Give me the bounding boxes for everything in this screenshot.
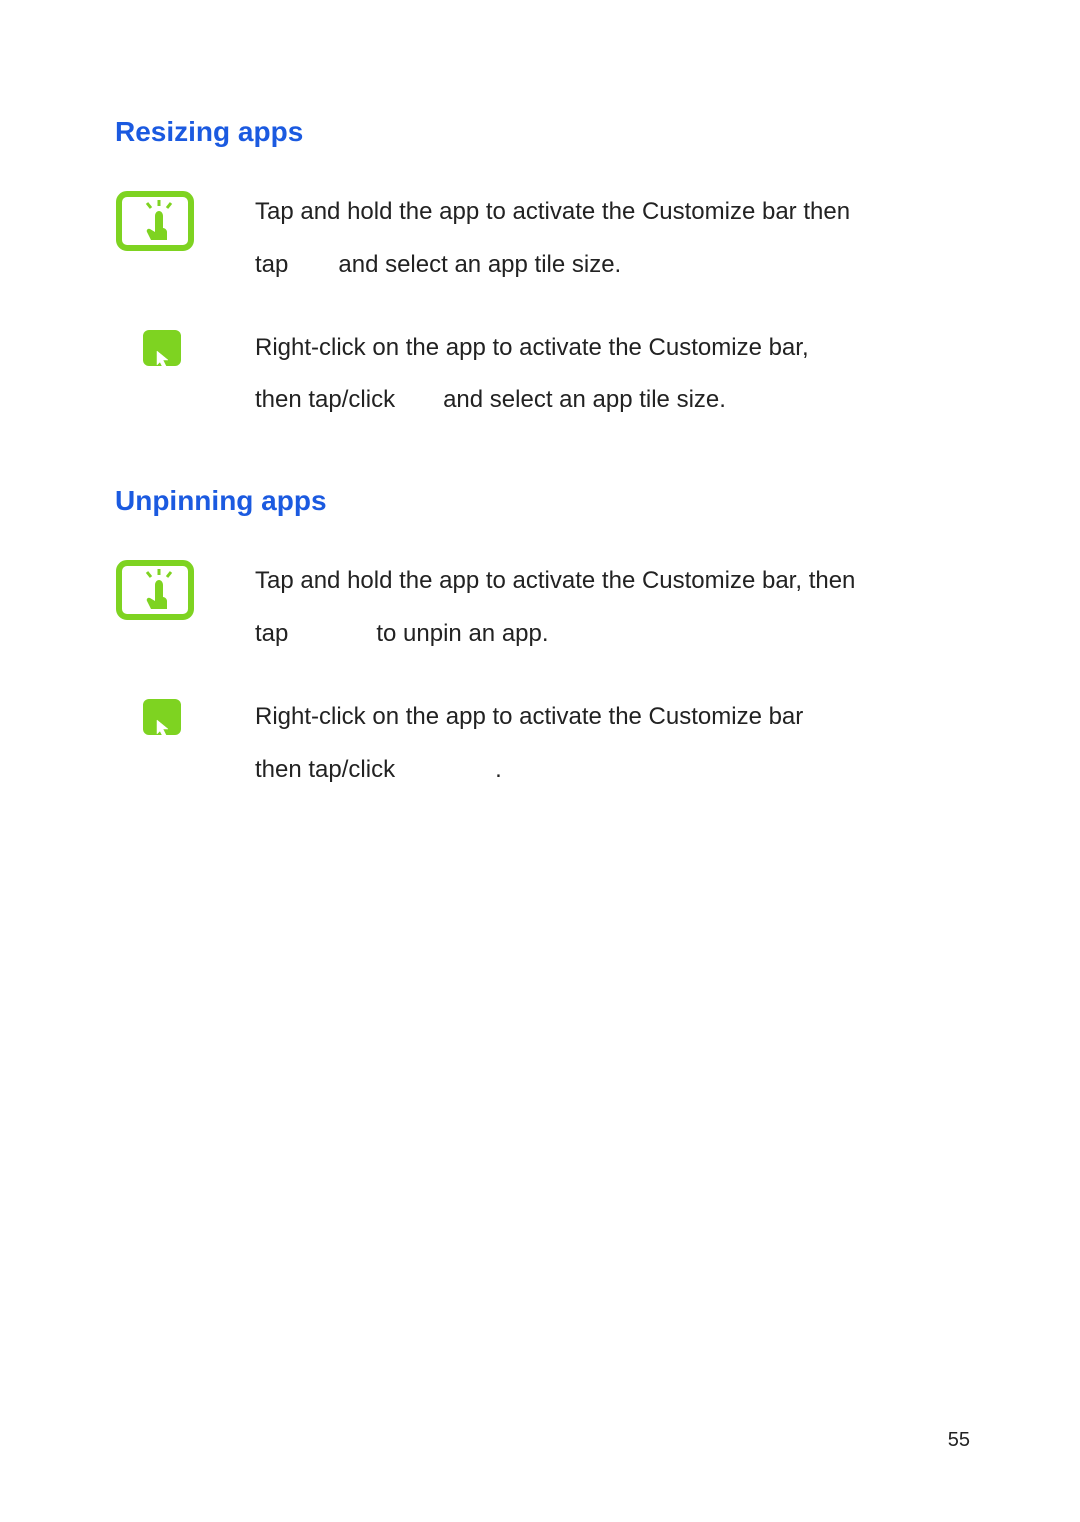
- page-number: 55: [948, 1429, 970, 1452]
- touch-tablet-icon: [115, 557, 195, 629]
- text-fragment: to unpin an app.: [376, 620, 548, 647]
- text-line: Tap and hold the app to activate the Cus…: [255, 567, 855, 594]
- instruction-text: Right-click on the app to activate the C…: [255, 691, 970, 797]
- text-fragment: and select an app tile size.: [338, 251, 621, 278]
- icon-column: [115, 555, 255, 629]
- mouse-tile-icon: [143, 330, 181, 366]
- document-page: Resizing apps Tap and hold the app to ac…: [0, 0, 1080, 1522]
- text-fragment: tap: [255, 620, 288, 647]
- mouse-tile-icon: [143, 699, 181, 735]
- text-fragment: and select an app tile size.: [443, 386, 726, 413]
- text-line: Tap and hold the app to activate the Cus…: [255, 198, 850, 225]
- instruction-row: Right-click on the app to activate the C…: [115, 691, 970, 797]
- text-fragment: .: [495, 756, 502, 783]
- section-heading-resizing: Resizing apps: [115, 116, 970, 148]
- instruction-row: Tap and hold the app to activate the Cus…: [115, 555, 970, 661]
- instruction-text: Tap and hold the app to activate the Cus…: [255, 555, 970, 661]
- text-line: Right-click on the app to activate the C…: [255, 334, 809, 361]
- section-heading-unpinning: Unpinning apps: [115, 485, 970, 517]
- text-fragment: then tap/click: [255, 756, 395, 783]
- instruction-text: Tap and hold the app to activate the Cus…: [255, 186, 970, 292]
- text-fragment: then tap/click: [255, 386, 395, 413]
- icon-column: [115, 322, 255, 366]
- instruction-row: Right-click on the app to activate the C…: [115, 322, 970, 428]
- text-line: Right-click on the app to activate the C…: [255, 703, 803, 730]
- instruction-row: Tap and hold the app to activate the Cus…: [115, 186, 970, 292]
- text-fragment: tap: [255, 251, 288, 278]
- touch-tablet-icon: [115, 188, 195, 260]
- icon-column: [115, 691, 255, 735]
- icon-column: [115, 186, 255, 260]
- instruction-text: Right-click on the app to activate the C…: [255, 322, 970, 428]
